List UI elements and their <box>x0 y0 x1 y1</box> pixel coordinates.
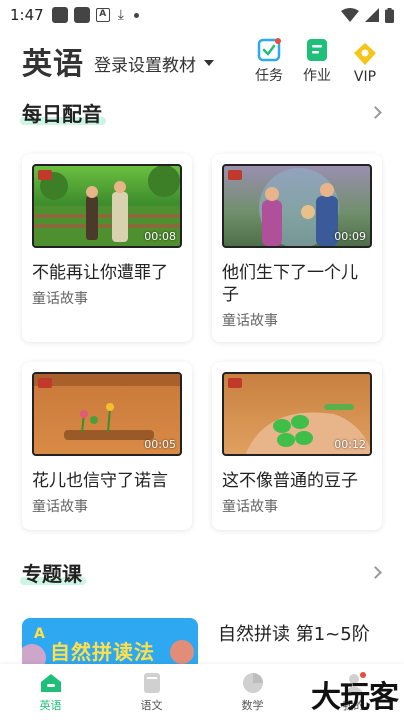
video-card[interactable]: 00:05 花儿也信守了诺言 童话故事 <box>22 362 192 530</box>
a-icon: A <box>95 8 110 22</box>
task-checklist-icon <box>257 38 281 62</box>
video-tag: 童话故事 <box>222 499 278 515</box>
topic-course-banner[interactable]: A 自然拼读法 <box>22 618 198 666</box>
video-title: 他们生下了一个儿子 <box>222 263 358 305</box>
task-button[interactable]: 任务 <box>252 37 286 85</box>
video-card[interactable]: 00:09 他们生下了一个儿子 童话故事 <box>212 154 382 342</box>
video-duration: 00:09 <box>334 230 366 243</box>
video-tag: 童话故事 <box>32 499 88 515</box>
homework-button[interactable]: 作业 <box>300 37 334 85</box>
textbook-selector[interactable]: 登录设置教材 <box>94 51 214 76</box>
video-thumbnail: 00:08 <box>32 164 182 248</box>
video-card[interactable]: 00:08 不能再让你遭罪了 童话故事 <box>22 154 192 342</box>
app-icon <box>51 7 68 23</box>
nav-item-chinese[interactable]: 语文 <box>101 664 202 720</box>
daily-dubbing-title-wrap: 每日配音 <box>20 98 106 127</box>
watermark: 大玩客 <box>311 680 399 715</box>
video-thumbnail: 00:05 <box>32 372 182 456</box>
section-title: 每日配音 <box>22 101 102 126</box>
video-duration: 00:05 <box>144 438 176 451</box>
video-duration: 00:08 <box>144 230 176 243</box>
vip-diamond-icon <box>354 43 376 65</box>
nav-item-english[interactable]: 英语 <box>0 664 101 720</box>
header-actions: 任务 作业 VIP <box>252 37 382 85</box>
nav-label: 语文 <box>140 698 163 712</box>
home-icon <box>40 673 61 692</box>
vip-label: VIP <box>353 69 377 85</box>
book-icon <box>143 672 160 693</box>
video-tag: 童话故事 <box>222 313 278 329</box>
video-card[interactable]: 00:12 这不像普通的豆子 童话故事 <box>212 362 382 530</box>
chevron-right-icon[interactable] <box>369 565 382 579</box>
signal-icon <box>365 8 379 22</box>
battery-icon <box>385 7 394 23</box>
homework-label: 作业 <box>303 68 331 84</box>
video-thumbnail: 00:12 <box>222 372 372 456</box>
chevron-right-icon[interactable] <box>369 105 382 119</box>
daily-dubbing-header[interactable]: 每日配音 <box>20 96 384 128</box>
textbook-selector-label: 登录设置教材 <box>94 55 196 76</box>
video-title: 花儿也信守了诺言 <box>32 471 168 491</box>
nav-label: 数学 <box>241 698 264 712</box>
header: 英语 登录设置教材 任务 作业 VIP <box>0 32 404 90</box>
svg-text:A: A <box>34 626 45 642</box>
video-title: 不能再让你遭罪了 <box>32 263 168 283</box>
math-icon <box>242 672 263 693</box>
channel-logo <box>228 378 242 388</box>
video-title: 这不像普通的豆子 <box>222 471 358 491</box>
channel-logo <box>228 170 242 180</box>
topic-course-item-title[interactable]: 自然拼读 第1~5阶 <box>218 620 370 646</box>
topic-course-title-wrap: 专题课 <box>20 558 86 587</box>
topic-banner-text: 自然拼读法 <box>50 640 155 664</box>
section-title: 专题课 <box>22 561 82 586</box>
dot-icon <box>133 12 139 18</box>
channel-logo <box>38 170 52 180</box>
nav-label: 英语 <box>39 698 62 712</box>
page-title: 英语 <box>22 47 84 82</box>
topic-course-header[interactable]: 专题课 <box>20 556 384 588</box>
status-time: 1:47 <box>10 6 44 24</box>
wifi-icon <box>341 8 359 22</box>
app-icon <box>73 7 90 23</box>
homework-icon <box>307 39 327 61</box>
vip-button[interactable]: VIP <box>348 41 382 85</box>
channel-logo <box>38 378 52 388</box>
task-label: 任务 <box>255 68 283 84</box>
video-tag: 童话故事 <box>32 291 88 307</box>
caret-down-icon <box>204 60 214 66</box>
video-thumbnail: 00:09 <box>222 164 372 248</box>
nav-item-math[interactable]: 数学 <box>202 664 303 720</box>
status-bar: 1:47 A ⤓ <box>0 0 404 30</box>
download-icon: ⤓ <box>117 7 124 23</box>
video-duration: 00:12 <box>334 438 366 451</box>
